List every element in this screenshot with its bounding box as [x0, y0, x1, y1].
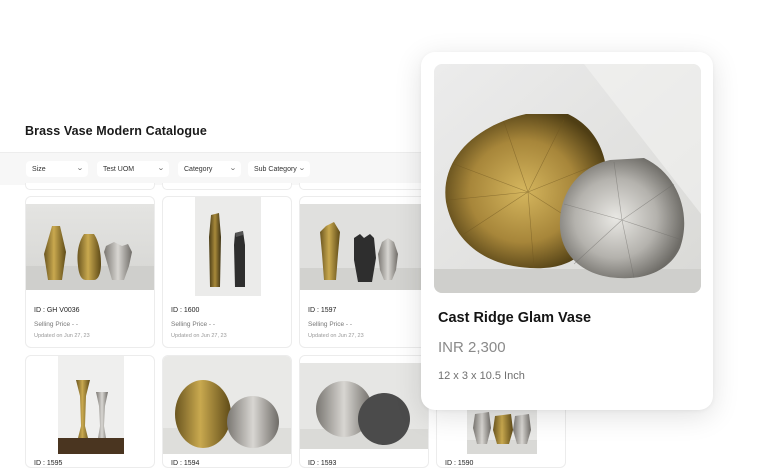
chevron-down-icon: ⌄ [157, 165, 165, 172]
product-image [195, 197, 261, 296]
product-image [300, 363, 428, 449]
featured-product-dimensions: 12 x 3 x 10.5 Inch [438, 370, 525, 382]
filter-sub-category-label: Sub Category [254, 165, 297, 173]
card-stub [25, 183, 155, 190]
filter-category[interactable]: Category ⌄ [178, 161, 241, 177]
filter-size-label: Size [32, 165, 46, 173]
product-image [58, 356, 124, 454]
product-id: ID : 1593 [308, 460, 337, 467]
filter-test-uom-label: Test UOM [103, 165, 135, 173]
selling-price: Selling Price - - [308, 321, 353, 328]
product-card[interactable]: ID : GH V0036 Selling Price - - Updated … [25, 196, 155, 348]
chevron-down-icon: ⌄ [76, 165, 84, 172]
card-stub [299, 183, 429, 190]
featured-product-card[interactable]: Cast Ridge Glam Vase INR 2,300 12 x 3 x … [421, 52, 713, 410]
product-card[interactable]: ID : 1597 Selling Price - - Updated on J… [299, 196, 429, 348]
product-id: ID : 1597 [308, 307, 337, 314]
featured-product-price: INR 2,300 [438, 339, 506, 356]
selling-price: Selling Price - - [171, 321, 216, 328]
chevron-down-icon: ⌄ [229, 165, 237, 172]
product-id: ID : 1600 [171, 307, 200, 314]
product-card[interactable]: ID : 1595 [25, 355, 155, 468]
updated-date: Updated on Jun 27, 23 [34, 333, 90, 339]
filter-test-uom[interactable]: Test UOM ⌄ [97, 161, 169, 177]
filter-size[interactable]: Size ⌄ [26, 161, 88, 177]
product-card[interactable]: ID : 1594 [162, 355, 292, 468]
product-id: ID : 1595 [34, 460, 63, 467]
filter-category-label: Category [184, 165, 213, 173]
product-id: ID : 1590 [445, 460, 474, 467]
chevron-down-icon: ⌄ [298, 165, 306, 172]
product-image [467, 406, 537, 454]
product-card[interactable]: ID : 1593 [299, 355, 429, 468]
updated-date: Updated on Jun 27, 23 [308, 333, 364, 339]
filter-sub-category[interactable]: Sub Category ⌄ [248, 161, 310, 177]
product-image [26, 204, 154, 290]
featured-product-name: Cast Ridge Glam Vase [438, 310, 592, 326]
product-id: ID : 1594 [171, 460, 200, 467]
product-image [300, 204, 428, 290]
updated-date: Updated on Jun 27, 23 [171, 333, 227, 339]
selling-price: Selling Price - - [34, 321, 79, 328]
catalogue-title: Brass Vase Modern Catalogue [25, 124, 207, 138]
card-stub [162, 183, 292, 190]
product-id: ID : GH V0036 [34, 307, 80, 314]
product-image [163, 356, 291, 454]
featured-product-image [434, 64, 701, 293]
product-card[interactable]: ID : 1600 Selling Price - - Updated on J… [162, 196, 292, 348]
